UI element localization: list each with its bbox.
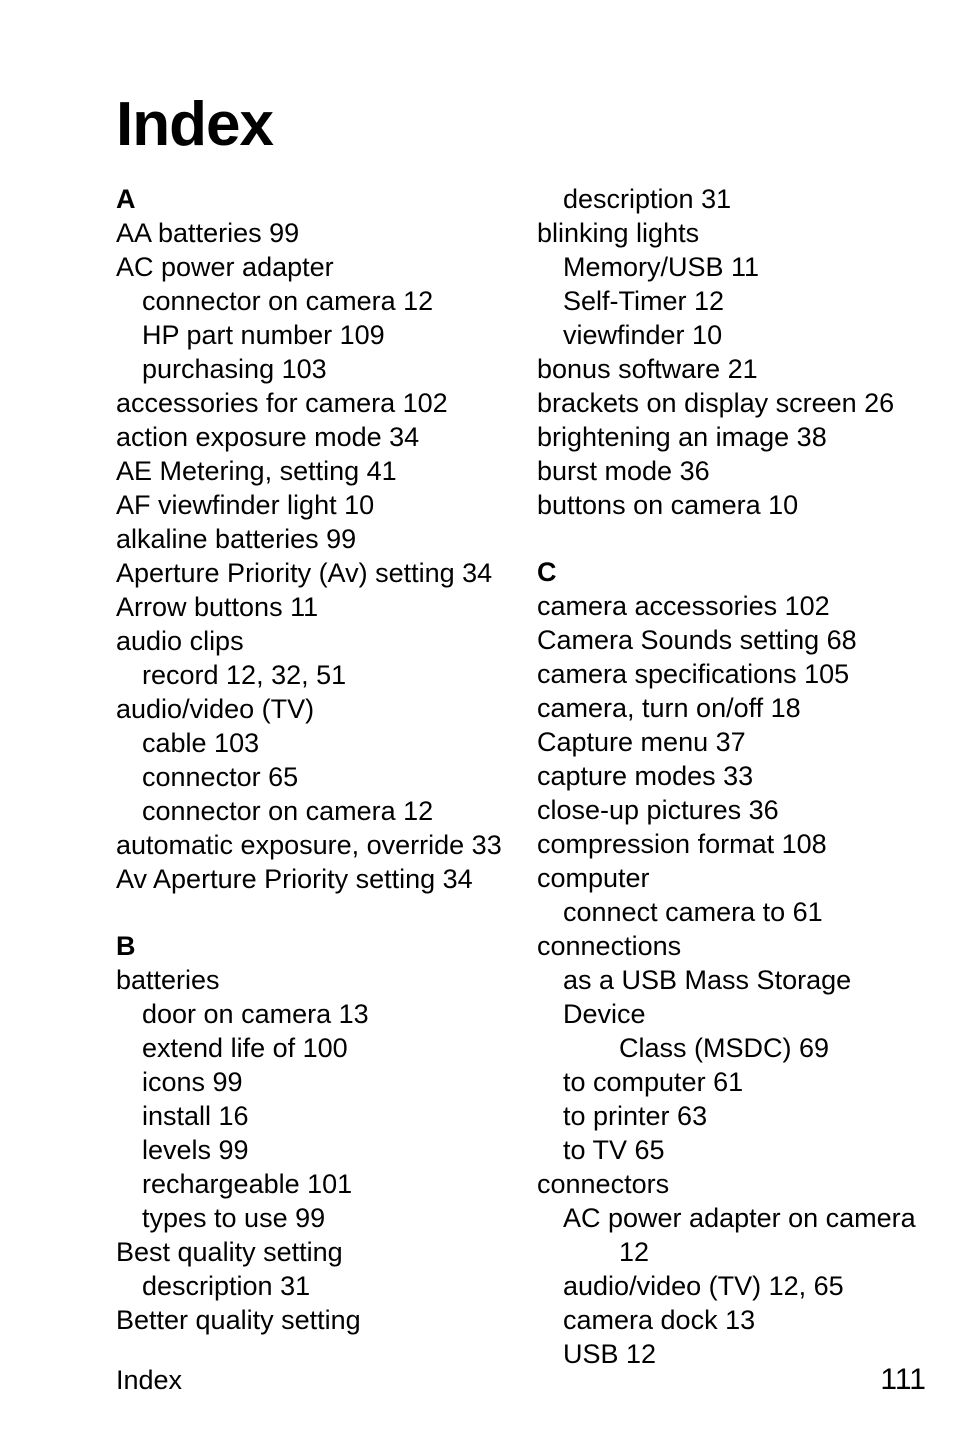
index-subentry: to printer 63 xyxy=(563,1101,708,1131)
index-subentry: Memory/USB 11 xyxy=(563,252,760,282)
index-subentry: HP part number 109 xyxy=(142,320,385,350)
index-entry: capture modes 33 xyxy=(537,761,754,791)
index-subentry: extend life of 100 xyxy=(142,1033,348,1063)
index-entry: brightening an image 38 xyxy=(537,422,827,452)
index-subentry: to computer 61 xyxy=(563,1067,744,1097)
index-entry: Camera Sounds setting 68 xyxy=(537,625,857,655)
index-entry: alkaline batteries 99 xyxy=(116,524,357,554)
footer-label: Index xyxy=(116,1365,183,1395)
index-page: Index A AA batteries 99 AC power adapter co… xyxy=(0,0,954,1440)
index-entry: camera accessories 102 xyxy=(537,591,830,621)
index-entry-continuation: 12 xyxy=(619,1237,650,1267)
index-subentry: description 31 xyxy=(142,1271,311,1301)
index-column-left: A AA batteries 99 AC power adapter connecto… xyxy=(116,182,505,1371)
index-subentry: as a USB Mass Storage Device xyxy=(563,965,859,1029)
page-title: Index xyxy=(116,89,274,159)
index-entry: blinking lights xyxy=(537,218,700,248)
index-entry: AE Metering, setting 41 xyxy=(116,456,397,486)
index-subentry: to TV 65 xyxy=(563,1135,665,1165)
index-entry: camera, turn on/off 18 xyxy=(537,693,801,723)
index-subentry: connector 65 xyxy=(142,762,299,792)
index-column-right: description 31 blinking lights Memory/USB … xyxy=(537,182,926,1371)
index-entry: computer xyxy=(537,863,650,893)
index-entry: Better quality setting xyxy=(116,1305,361,1335)
index-subentry: cable 103 xyxy=(142,728,260,758)
index-entry: Best quality setting xyxy=(116,1237,343,1267)
index-entry: Arrow buttons 11 xyxy=(116,592,319,622)
index-subentry: levels 99 xyxy=(142,1135,249,1165)
index-entry: camera specifications 105 xyxy=(537,659,850,689)
index-entry: connectors xyxy=(537,1169,670,1199)
index-entry: AF viewfinder light 10 xyxy=(116,490,375,520)
index-entry: batteries xyxy=(116,965,220,995)
index-entry: audio clips xyxy=(116,626,244,656)
index-columns: A AA batteries 99 AC power adapter connecto… xyxy=(116,182,926,1371)
index-section-heading: B xyxy=(116,931,136,961)
index-entry: buttons on camera 10 xyxy=(537,490,799,520)
index-subentry: rechargeable 101 xyxy=(142,1169,353,1199)
index-entry: burst mode 36 xyxy=(537,456,710,486)
index-entry: Capture menu 37 xyxy=(537,727,746,757)
index-subentry: install 16 xyxy=(142,1101,249,1131)
index-subentry: AC power adapter on camera xyxy=(563,1203,916,1233)
index-subentry: viewfinder 10 xyxy=(563,320,723,350)
index-entry: brackets on display screen 26 xyxy=(537,388,895,418)
index-subentry: purchasing 103 xyxy=(142,354,327,384)
index-subentry: connect camera to 61 xyxy=(563,897,823,927)
index-subentry: connector on camera 12 xyxy=(142,286,434,316)
index-subentry: door on camera 13 xyxy=(142,999,369,1029)
index-entry: close-up pictures 36 xyxy=(537,795,779,825)
index-subentry: icons 99 xyxy=(142,1067,243,1097)
index-entry: Av Aperture Priority setting 34 xyxy=(116,864,473,894)
index-subentry: types to use 99 xyxy=(142,1203,326,1233)
index-subentry: Self-Timer 12 xyxy=(563,286,725,316)
index-entry: bonus software 21 xyxy=(537,354,758,384)
index-entry: accessories for camera 102 xyxy=(116,388,448,418)
index-entry: audio/video (TV) xyxy=(116,694,315,724)
index-section-heading: C xyxy=(537,557,557,587)
index-subentry: record 12, 32, 51 xyxy=(142,660,347,690)
index-subentry: connector on camera 12 xyxy=(142,796,434,826)
index-entry: compression format 108 xyxy=(537,829,827,859)
index-entry: automatic exposure, override 33 xyxy=(116,830,502,860)
index-entry: AC power adapter xyxy=(116,252,334,282)
page-footer: Index 111 xyxy=(116,1363,926,1397)
index-entry-continuation: Class (MSDC) 69 xyxy=(619,1033,830,1063)
index-entry: Aperture Priority (Av) setting 34 xyxy=(116,558,493,588)
index-subentry: audio/video (TV) 12, 65 xyxy=(563,1271,844,1301)
index-entry: connections xyxy=(537,931,682,961)
index-subentry: camera dock 13 xyxy=(563,1305,756,1335)
index-section-heading: A xyxy=(116,184,136,214)
index-entry: action exposure mode 34 xyxy=(116,422,420,452)
index-subentry: description 31 xyxy=(563,184,732,214)
index-entry: AA batteries 99 xyxy=(116,218,300,248)
page-number: 111 xyxy=(880,1363,926,1396)
